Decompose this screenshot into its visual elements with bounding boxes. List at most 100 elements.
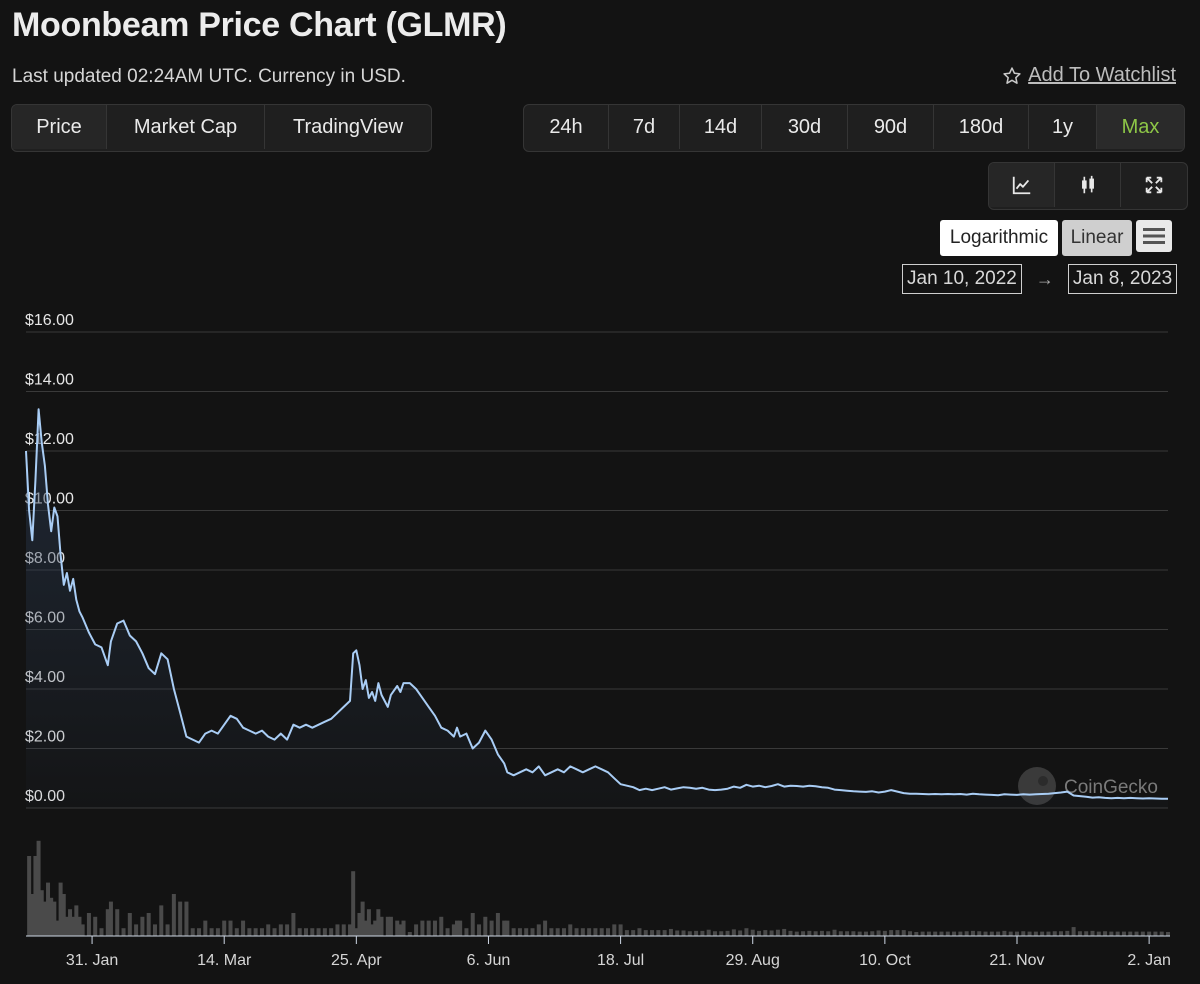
volume-bar — [1166, 932, 1170, 936]
volume-bar — [775, 929, 780, 936]
volume-bar — [926, 931, 931, 936]
volume-bar — [618, 924, 623, 936]
volume-bar — [813, 931, 818, 936]
volume-bar — [297, 928, 302, 936]
hamburger-menu-icon — [1143, 228, 1165, 244]
fullscreen-button[interactable] — [1121, 163, 1187, 207]
volume-bar — [165, 924, 170, 936]
x-tick-label: 2. Jan — [1127, 952, 1171, 969]
range-max[interactable]: Max — [1097, 105, 1184, 149]
volume-bar — [505, 920, 510, 936]
volume-bar — [599, 928, 604, 936]
chart-view-toggle — [988, 162, 1188, 210]
volume-bar — [1021, 931, 1026, 936]
range-30d[interactable]: 30d — [762, 105, 848, 149]
volume-bar — [1008, 931, 1013, 936]
volume-bar — [939, 931, 944, 936]
volume-bar — [285, 924, 290, 936]
volume-bar — [470, 913, 475, 936]
tab-market-cap[interactable]: Market Cap — [107, 105, 265, 149]
volume-bar — [1077, 931, 1082, 936]
star-icon — [1003, 66, 1021, 84]
volume-bar — [495, 913, 500, 936]
volume-bar — [1134, 931, 1139, 936]
volume-bar — [190, 928, 195, 936]
volume-bar — [341, 924, 346, 936]
date-range-inputs: Jan 10, 2022 → Jan 8, 2023 — [902, 264, 1178, 294]
volume-bar — [1140, 931, 1145, 936]
volume-bar — [832, 929, 837, 936]
range-7d[interactable]: 7d — [609, 105, 680, 149]
volume-bar — [1147, 931, 1152, 936]
tab-tradingview[interactable]: TradingView — [265, 105, 431, 149]
volume-bar — [801, 931, 806, 936]
volume-bar — [335, 924, 340, 936]
volume-bar — [668, 928, 673, 936]
volume-bar — [266, 924, 271, 936]
line-view-button[interactable] — [989, 163, 1055, 207]
volume-bar — [706, 929, 711, 936]
volume-bar — [624, 930, 629, 936]
volume-bar — [388, 916, 393, 936]
volume-bar — [662, 930, 667, 936]
volume-bar — [964, 931, 969, 936]
volume-bar — [121, 928, 126, 936]
volume-bar — [643, 930, 648, 936]
volume-bar — [580, 928, 585, 936]
volume-bar — [234, 928, 239, 936]
volume-bar — [439, 916, 444, 936]
volume-bar — [1159, 931, 1164, 936]
candlestick-icon — [1081, 175, 1094, 194]
volume-bar — [259, 928, 264, 936]
volume-bar — [694, 930, 699, 936]
y-tick-label: $14.00 — [25, 372, 74, 389]
volume-bar — [316, 928, 321, 936]
y-tick-label: $12.00 — [25, 431, 74, 448]
date-from-input[interactable]: Jan 10, 2022 — [902, 264, 1022, 294]
volume-bar — [1084, 931, 1089, 936]
coingecko-logo-eye — [1038, 776, 1048, 786]
tab-price[interactable]: Price — [12, 105, 107, 149]
range-180d[interactable]: 180d — [934, 105, 1029, 149]
volume-bar — [351, 871, 356, 936]
logarithmic-button[interactable]: Logarithmic — [940, 220, 1058, 256]
volume-bar — [1052, 931, 1057, 936]
volume-bar — [769, 930, 774, 936]
volume-bar — [209, 928, 214, 936]
volume-bar — [278, 924, 283, 936]
volume-bar — [86, 913, 91, 936]
linear-button[interactable]: Linear — [1062, 220, 1132, 256]
range-14d[interactable]: 14d — [680, 105, 762, 149]
volume-bar — [895, 930, 900, 936]
price-chart[interactable]: $0.00$2.00$4.00$6.00$8.00$10.00$12.00$14… — [0, 310, 1200, 984]
volume-bar — [1103, 931, 1108, 936]
x-tick-label: 18. Jul — [597, 952, 644, 969]
range-1y[interactable]: 1y — [1029, 105, 1097, 149]
volume-bar — [253, 928, 258, 936]
volume-bar — [996, 931, 1001, 936]
volume-bar — [712, 931, 717, 936]
volume-bar — [725, 930, 730, 936]
last-updated-text: Last updated 02:24AM UTC. Currency in US… — [12, 66, 406, 87]
volume-bar — [606, 928, 611, 936]
line-chart-icon — [1012, 176, 1030, 195]
range-24h[interactable]: 24h — [524, 105, 609, 149]
chart-menu-button[interactable] — [1136, 220, 1172, 252]
x-axis-labels: 31. Jan 14. Mar 25. Apr 6. Jun 18. Jul 29. Au… — [66, 936, 1171, 969]
date-to-input[interactable]: Jan 8, 2023 — [1067, 264, 1178, 294]
add-to-watchlist-link[interactable]: Add To Watchlist — [1002, 64, 1176, 87]
candlestick-view-button[interactable] — [1055, 163, 1121, 207]
range-90d[interactable]: 90d — [848, 105, 934, 149]
x-tick-label: 6. Jun — [467, 952, 511, 969]
volume-bar — [1071, 927, 1076, 936]
y-tick-label: $10.00 — [25, 491, 74, 508]
volume-bar — [524, 928, 529, 936]
volume-bar — [272, 928, 277, 936]
volume-bar — [845, 931, 850, 936]
volume-bar — [700, 930, 705, 936]
volume-bar — [1090, 930, 1095, 936]
volume-bar — [782, 928, 787, 936]
volume-bar — [870, 931, 875, 936]
volume-bar — [719, 931, 724, 936]
volume-bar — [1128, 931, 1133, 936]
